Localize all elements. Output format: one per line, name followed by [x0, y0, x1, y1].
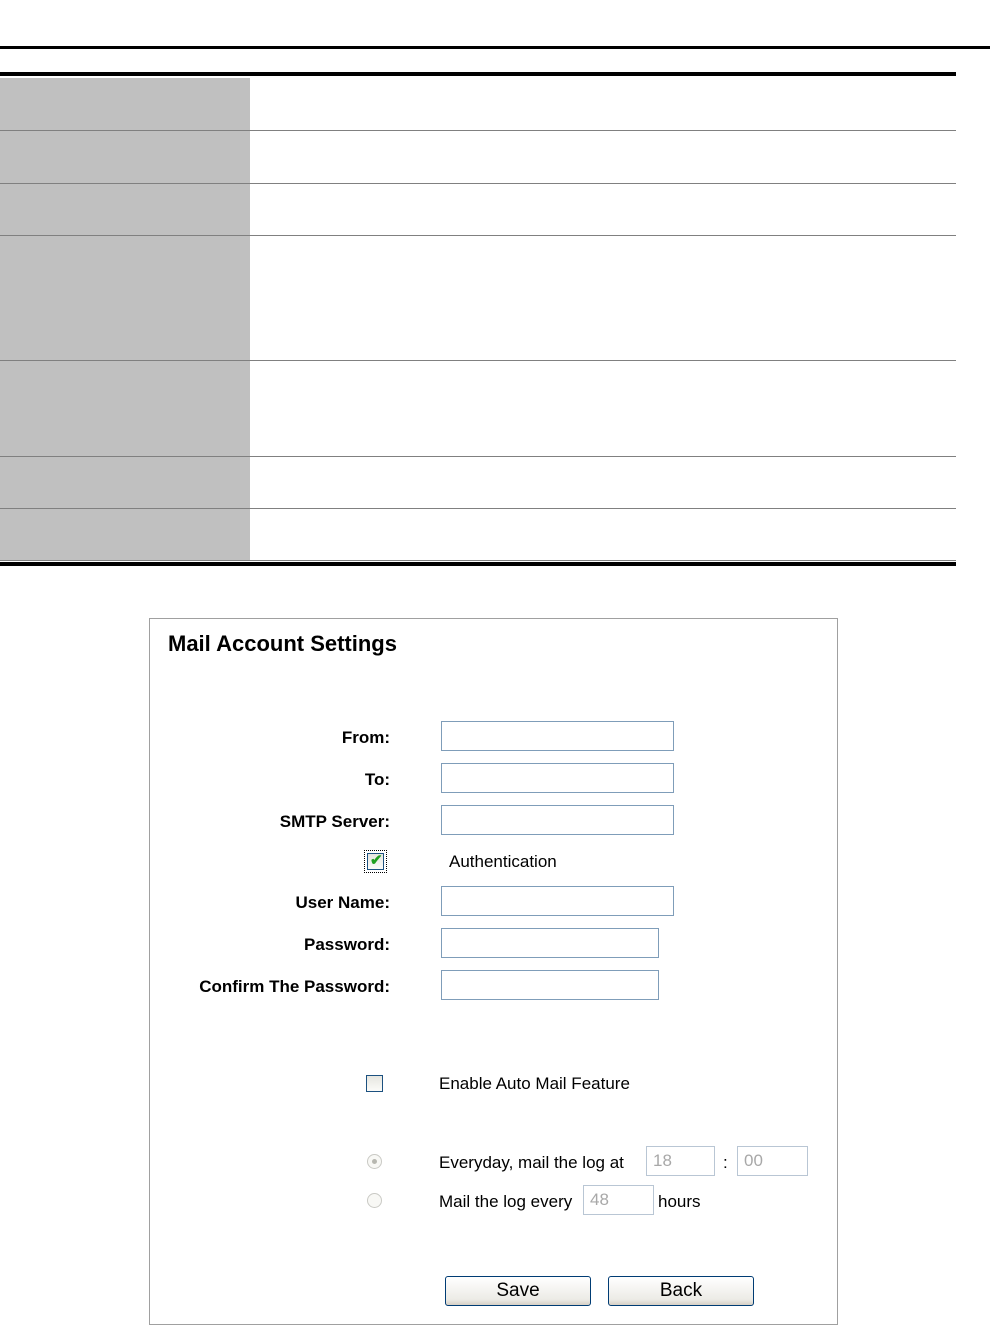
confirm-password-label: Confirm The Password: [199, 977, 390, 996]
table-key-cell [0, 78, 250, 130]
table-value-cell [250, 509, 956, 560]
user-name-input[interactable] [441, 886, 674, 916]
checkmark-icon: ✔ [370, 852, 383, 869]
password-label: Password: [304, 935, 390, 954]
table-top-border [0, 72, 956, 76]
back-button[interactable]: Back [608, 1276, 754, 1306]
hour-input[interactable] [646, 1146, 715, 1176]
mail-account-settings-panel: Mail Account Settings From: To: SMTP Ser… [149, 618, 838, 1325]
hours-interval-input[interactable] [583, 1185, 654, 1215]
table-row [0, 236, 956, 361]
confirm-password-input[interactable] [441, 970, 659, 1000]
save-button[interactable]: Save [445, 1276, 591, 1306]
radio-dot-icon [372, 1159, 377, 1164]
hours-label: hours [658, 1192, 701, 1211]
table-row [0, 457, 956, 509]
table-value-cell [250, 361, 956, 456]
auto-mail-label: Enable Auto Mail Feature [439, 1074, 630, 1093]
auto-mail-checkbox[interactable] [366, 1075, 383, 1092]
to-input[interactable] [441, 763, 674, 793]
table-key-cell [0, 509, 250, 560]
table-key-cell [0, 457, 250, 508]
mail-every-label: Mail the log every [439, 1192, 573, 1211]
table-value-cell [250, 184, 956, 235]
authentication-checkbox[interactable]: ✔ [364, 850, 387, 873]
table-value-cell [250, 236, 956, 360]
everyday-radio[interactable] [367, 1154, 382, 1169]
table-value-cell [250, 78, 956, 130]
everyday-label: Everyday, mail the log at [439, 1153, 624, 1172]
user-name-label: User Name: [295, 893, 391, 912]
to-label: To: [364, 770, 390, 789]
table-key-cell [0, 361, 250, 456]
minute-input[interactable] [737, 1146, 808, 1176]
table-value-cell [250, 457, 956, 508]
table-row [0, 361, 956, 457]
from-input[interactable] [441, 721, 674, 751]
header-rule [0, 46, 990, 49]
table-key-cell [0, 236, 250, 360]
table-key-cell [0, 184, 250, 235]
table-row [0, 509, 956, 561]
mail-every-radio[interactable] [367, 1193, 382, 1208]
description-table [0, 72, 956, 566]
smtp-server-label: SMTP Server: [279, 812, 390, 831]
table-row [0, 184, 956, 236]
panel-title: Mail Account Settings [168, 631, 397, 656]
smtp-server-input[interactable] [441, 805, 674, 835]
authentication-label: Authentication [449, 852, 557, 871]
table-row [0, 78, 956, 131]
password-input[interactable] [441, 928, 659, 958]
table-value-cell [250, 131, 956, 183]
table-row [0, 131, 956, 184]
table-bottom-border [0, 562, 956, 566]
table-key-cell [0, 131, 250, 183]
time-colon: : [723, 1153, 728, 1172]
from-label: From: [341, 728, 390, 747]
